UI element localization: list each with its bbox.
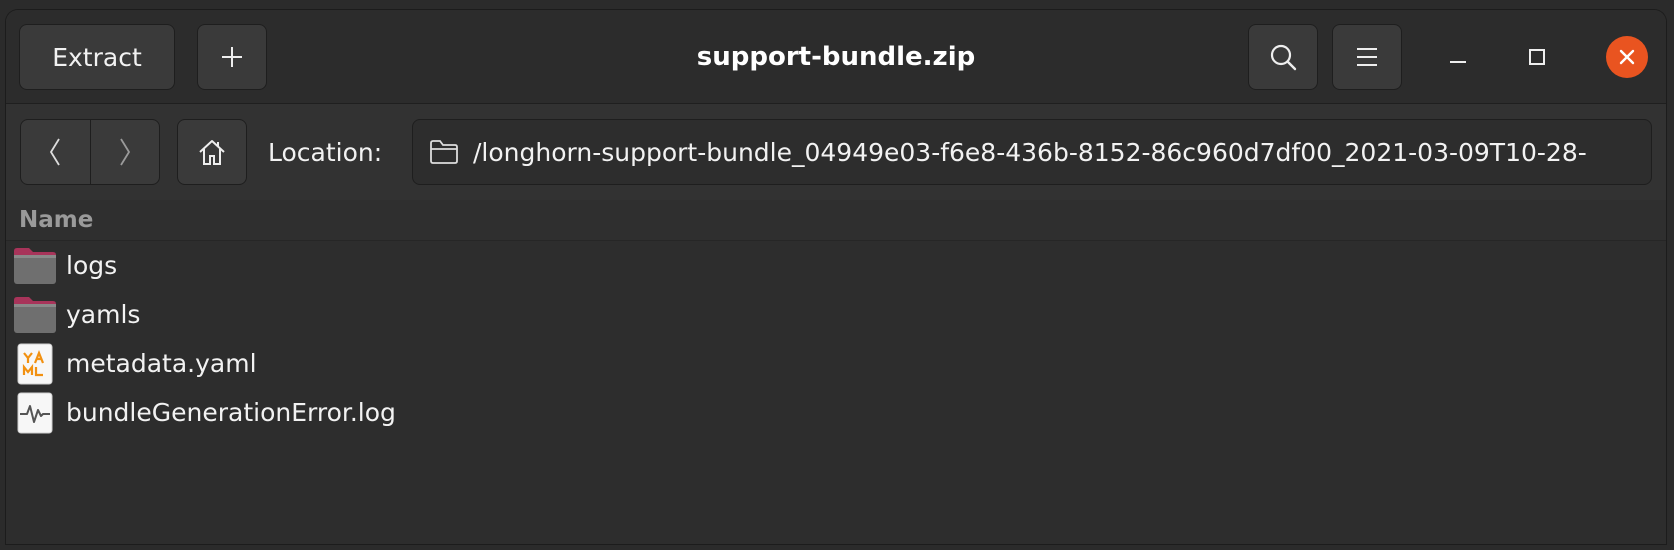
list-item[interactable]: metadata.yaml	[6, 339, 1666, 388]
list-item[interactable]: bundleGenerationError.log	[6, 388, 1666, 437]
close-icon	[1619, 49, 1635, 65]
hamburger-menu-icon	[1357, 48, 1377, 66]
add-files-button[interactable]	[197, 24, 267, 90]
home-button[interactable]	[177, 119, 247, 185]
archive-manager-window: Extract support-bundle.zip Location: /lo…	[6, 10, 1666, 544]
location-path-text: /longhorn-support-bundle_04949e03-f6e8-4…	[473, 137, 1587, 167]
minimize-icon	[1450, 61, 1466, 63]
list-item[interactable]: yamls	[6, 290, 1666, 339]
folder-icon	[13, 244, 57, 288]
forward-button[interactable]	[89, 120, 160, 184]
maximize-icon	[1529, 49, 1545, 65]
history-nav-group	[20, 119, 160, 185]
name-column-header[interactable]: Name	[6, 200, 1666, 241]
header-bar: Extract support-bundle.zip	[6, 10, 1666, 104]
list-item-name: bundleGenerationError.log	[66, 398, 396, 427]
folder-icon	[13, 293, 57, 337]
maximize-button[interactable]	[1516, 36, 1558, 78]
search-icon	[1270, 44, 1297, 71]
location-label: Location:	[268, 137, 383, 167]
home-icon	[199, 140, 225, 165]
back-button[interactable]	[21, 120, 90, 184]
list-item-name: yamls	[66, 300, 141, 329]
yaml-file-icon	[13, 342, 57, 386]
main-menu-button[interactable]	[1332, 24, 1402, 90]
location-bar: Location: /longhorn-support-bundle_04949…	[6, 104, 1666, 200]
location-path-field[interactable]: /longhorn-support-bundle_04949e03-f6e8-4…	[412, 119, 1652, 185]
file-list: Name logs yamls metadata.yaml bundleGene…	[6, 200, 1666, 544]
chevron-left-icon	[50, 138, 61, 166]
window-title: support-bundle.zip	[696, 41, 976, 72]
chevron-right-icon	[119, 138, 130, 166]
list-item[interactable]: logs	[6, 241, 1666, 290]
list-item-name: logs	[66, 251, 118, 280]
folder-outline-icon	[430, 140, 458, 164]
search-button[interactable]	[1248, 24, 1318, 90]
log-file-icon	[13, 391, 57, 435]
minimize-button[interactable]	[1437, 36, 1479, 78]
list-item-name: metadata.yaml	[66, 349, 257, 378]
plus-icon	[222, 47, 242, 67]
extract-button[interactable]: Extract	[19, 24, 175, 90]
close-button[interactable]	[1606, 36, 1648, 78]
